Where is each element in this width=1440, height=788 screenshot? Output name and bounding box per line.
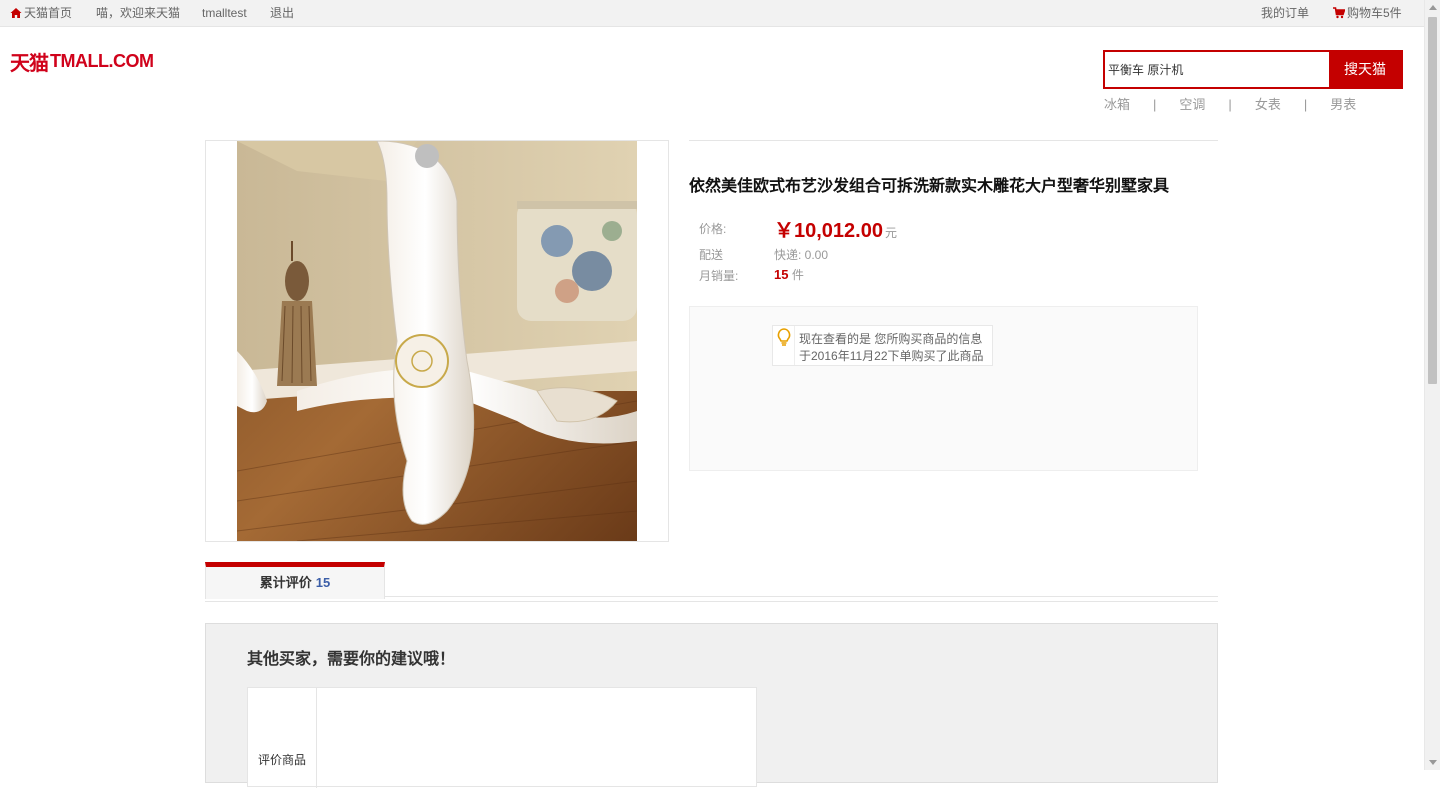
price-label: 价格: [699, 222, 727, 236]
hot-keywords: 冰箱 | 空调 | 女表 | 男表 [1104, 94, 1356, 113]
divider [689, 140, 1218, 141]
purchase-info-panel: 现在查看的是 您所购买商品的信息 于2016年11月22下单购买了此商品 [689, 306, 1198, 471]
product-title: 依然美佳欧式布艺沙发组合可拆洗新款实木雕花大户型奢华别墅家具 [689, 178, 1170, 195]
search-box: 搜天猫 [1103, 50, 1403, 89]
username-link[interactable]: tmalltest [202, 6, 247, 20]
vertical-scrollbar[interactable] [1424, 0, 1440, 770]
tmall-logo[interactable]: 天猫 TMALL.COM [10, 50, 154, 75]
scroll-down-icon[interactable] [1429, 760, 1437, 765]
logout-link[interactable]: 退出 [270, 6, 294, 20]
home-icon [10, 8, 22, 18]
sales-count: 15 [774, 267, 789, 282]
search-button[interactable]: 搜天猫 [1329, 50, 1401, 89]
logo-en: TMALL.COM [50, 50, 154, 71]
hotword-separator: | [1303, 97, 1308, 112]
price-amount: ￥10,012.00 [774, 220, 883, 242]
monthly-sales-value: 15 件 [774, 266, 804, 283]
hotword-separator: | [1153, 97, 1157, 112]
purchase-tip: 现在查看的是 您所购买商品的信息 于2016年11月22下单购买了此商品 [772, 325, 993, 366]
review-panel: 其他买家，需要你的建议哦！ 评价商品 [205, 623, 1218, 788]
tab-reviews[interactable]: 累计评价 15 [205, 562, 385, 599]
product-image[interactable] [237, 141, 637, 541]
shipping-value: 快递: 0.00 [774, 248, 829, 262]
cart-icon [1333, 7, 1346, 19]
shipping-label: 配送 [699, 248, 724, 262]
review-form: 评价商品 [247, 687, 757, 788]
search-input[interactable] [1105, 52, 1331, 87]
cart-link[interactable]: 购物车5件 [1333, 6, 1402, 20]
review-label-column: 评价商品 [248, 688, 317, 788]
tip-line-1: 现在查看的是 您所购买商品的信息 [799, 332, 983, 346]
home-link[interactable]: 天猫首页 [10, 6, 72, 20]
tip-line-2: 于2016年11月22下单购买了此商品 [799, 349, 984, 363]
logo-cn: 天猫 [10, 50, 49, 75]
review-count: 15 [315, 575, 331, 590]
tab-reviews-label: 累计评价 [259, 575, 312, 590]
top-bar: 天猫首页 喵，欢迎来天猫 tmalltest 退出 我的订单 购物车5件 [0, 0, 1424, 27]
price-unit: 元 [884, 226, 897, 240]
review-field-label: 评价商品 [258, 753, 307, 767]
hotword-link[interactable]: 空调 [1179, 97, 1205, 112]
monthly-sales-label: 月销量: [699, 269, 739, 283]
cart-link-label: 购物车5件 [1347, 6, 1402, 20]
my-orders-link[interactable]: 我的订单 [1261, 6, 1309, 20]
product-image-frame [205, 140, 669, 542]
review-heading: 其他买家，需要你的建议哦！ [247, 651, 456, 668]
hotword-link[interactable]: 男表 [1330, 97, 1356, 112]
tab-bar-line [205, 601, 1218, 602]
sales-unit: 件 [791, 268, 804, 282]
hotword-link[interactable]: 冰箱 [1104, 97, 1130, 112]
welcome-text: 喵，欢迎来天猫 [96, 6, 181, 20]
scroll-up-icon[interactable] [1429, 5, 1437, 10]
hotword-separator: | [1228, 97, 1232, 112]
hotword-link[interactable]: 女表 [1255, 97, 1281, 112]
price-value: ￥10,012.00 元 [774, 214, 897, 243]
scrollbar-thumb[interactable] [1428, 17, 1437, 384]
home-link-label: 天猫首页 [24, 6, 73, 20]
lightbulb-icon [777, 328, 791, 346]
